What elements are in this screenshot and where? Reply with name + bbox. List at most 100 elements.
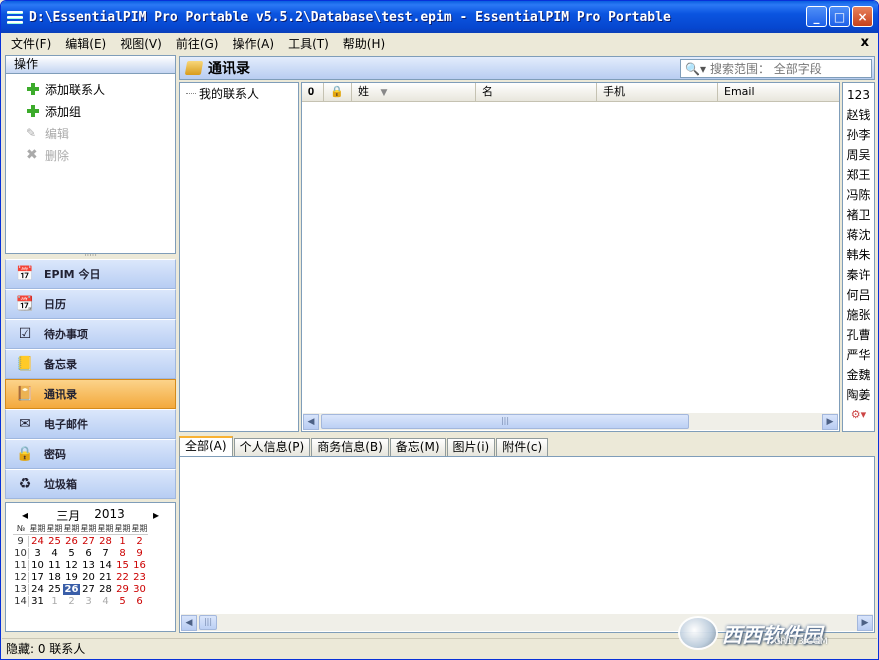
calendar-day[interactable]: 18 — [46, 572, 63, 583]
calendar-day[interactable]: 27 — [80, 536, 97, 547]
calendar-day[interactable]: 20 — [80, 572, 97, 583]
nav-contacts[interactable]: 📔 通讯录 — [5, 379, 176, 409]
nav-trash[interactable]: ♻ 垃圾箱 — [5, 469, 176, 499]
next-month-arrow-icon[interactable]: ▸ — [153, 508, 159, 522]
tab-attachments[interactable]: 附件(c) — [496, 438, 549, 456]
calendar-day[interactable]: 3 — [80, 596, 97, 607]
tab-business[interactable]: 商务信息(B) — [311, 438, 389, 456]
menu-actions[interactable]: 操作(A) — [225, 35, 281, 52]
calendar-day[interactable]: 8 — [114, 548, 131, 559]
calendar-day[interactable]: 2 — [131, 536, 148, 547]
minimize-button[interactable]: _ — [806, 6, 827, 27]
calendar-day[interactable]: 22 — [114, 572, 131, 583]
tab-pictures[interactable]: 图片(i) — [446, 438, 496, 456]
calendar-day[interactable]: 21 — [97, 572, 114, 583]
scroll-right-icon[interactable]: ▶ — [857, 614, 873, 631]
calendar-day[interactable]: 27 — [80, 584, 97, 595]
calendar-day[interactable]: 16 — [131, 560, 148, 571]
menu-edit[interactable]: 编辑(E) — [58, 35, 113, 52]
nav-todo[interactable]: ☑ 待办事项 — [5, 319, 176, 349]
menu-help[interactable]: 帮助(H) — [336, 35, 392, 52]
calendar-day[interactable]: 6 — [131, 596, 148, 607]
alphabet-index-item[interactable]: 何吕 — [843, 285, 874, 305]
calendar-day[interactable]: 17 — [29, 572, 46, 583]
alphabet-index-item[interactable]: 韩朱 — [843, 245, 874, 265]
alphabet-index-item[interactable]: 褚卫 — [843, 205, 874, 225]
calendar-day[interactable]: 12 — [63, 560, 80, 571]
calendar-day[interactable]: 30 — [131, 584, 148, 595]
alphabet-index-item[interactable]: 郑王 — [843, 165, 874, 185]
index-options-icon[interactable]: ⚙▾ — [843, 405, 874, 425]
alphabet-index-item[interactable]: 金魏 — [843, 365, 874, 385]
calendar-day[interactable]: 4 — [97, 596, 114, 607]
calendar-day[interactable]: 3 — [29, 548, 46, 559]
calendar-day[interactable]: 19 — [63, 572, 80, 583]
calendar-day[interactable]: 11 — [46, 560, 63, 571]
nav-notes[interactable]: 📒 备忘录 — [5, 349, 176, 379]
scroll-thumb[interactable]: ||| — [321, 414, 689, 429]
calendar-day[interactable]: 7 — [97, 548, 114, 559]
calendar-day[interactable]: 10 — [29, 560, 46, 571]
column-first-name[interactable]: 名 — [476, 83, 597, 101]
calendar-day[interactable]: 14 — [97, 560, 114, 571]
calendar-day[interactable]: 24 — [29, 536, 46, 547]
alphabet-index-item[interactable]: 孙李 — [843, 125, 874, 145]
calendar-day[interactable]: 25 — [46, 584, 63, 595]
calendar-day[interactable]: 23 — [131, 572, 148, 583]
nav-email[interactable]: ✉ 电子邮件 — [5, 409, 176, 439]
title-bar[interactable]: D:\EssentialPIM Pro Portable v5.5.2\Data… — [1, 1, 878, 33]
alphabet-index-item[interactable]: 孔曹 — [843, 325, 874, 345]
delete-button[interactable]: ✖ 删除 — [26, 144, 175, 166]
calendar-day[interactable]: 28 — [97, 536, 114, 547]
nav-calendar[interactable]: 📆 日历 — [5, 289, 176, 319]
menu-go[interactable]: 前往(G) — [169, 35, 226, 52]
maximize-button[interactable]: □ — [829, 6, 850, 27]
calendar-day[interactable]: 25 — [46, 536, 63, 547]
tab-personal[interactable]: 个人信息(P) — [233, 438, 311, 456]
scroll-right-icon[interactable]: ▶ — [822, 413, 838, 430]
calendar-day[interactable]: 5 — [114, 596, 131, 607]
edit-button[interactable]: ✎ 编辑 — [26, 122, 175, 144]
calendar-day[interactable]: 13 — [80, 560, 97, 571]
calendar-day[interactable]: 29 — [114, 584, 131, 595]
tree-item-my-contacts[interactable]: 我的联系人 — [186, 85, 298, 102]
calendar-day[interactable]: 2 — [63, 596, 80, 607]
column-lock[interactable]: 🔒 — [324, 83, 352, 101]
calendar-day[interactable]: 26 — [63, 584, 80, 595]
prev-month-arrow-icon[interactable]: ◂ — [22, 508, 28, 522]
menu-close-button[interactable]: x — [861, 35, 869, 50]
menu-tools[interactable]: 工具(T) — [281, 35, 336, 52]
nav-passwords[interactable]: 🔒 密码 — [5, 439, 176, 469]
calendar-day[interactable]: 1 — [114, 536, 131, 547]
calendar-day[interactable]: 24 — [29, 584, 46, 595]
alphabet-index-item[interactable]: 周吴 — [843, 145, 874, 165]
column-email[interactable]: Email — [718, 83, 839, 101]
alphabet-index-item[interactable]: 123 — [843, 85, 874, 105]
tab-all[interactable]: 全部(A) — [179, 436, 233, 456]
alphabet-index-item[interactable]: 蒋沈 — [843, 225, 874, 245]
menu-view[interactable]: 视图(V) — [113, 35, 169, 52]
scroll-left-icon[interactable]: ◀ — [181, 614, 197, 631]
nav-today[interactable]: 📅 EPIM 今日 — [5, 259, 176, 289]
add-contact-button[interactable]: 添加联系人 — [26, 78, 175, 100]
alphabet-index-item[interactable]: 严华 — [843, 345, 874, 365]
search-box[interactable]: 🔍▾ 搜索范围： 全部字段 — [680, 59, 872, 78]
calendar-day[interactable]: 4 — [46, 548, 63, 559]
alphabet-index-item[interactable]: 施张 — [843, 305, 874, 325]
calendar-day[interactable]: 9 — [131, 548, 148, 559]
alphabet-index-item[interactable]: 秦许 — [843, 265, 874, 285]
alphabet-index-item[interactable]: 冯陈 — [843, 185, 874, 205]
scroll-thumb[interactable]: ||| — [199, 615, 217, 630]
menu-file[interactable]: 文件(F) — [4, 35, 58, 52]
add-group-button[interactable]: 添加组 — [26, 100, 175, 122]
calendar-day[interactable]: 15 — [114, 560, 131, 571]
column-mobile[interactable]: 手机 — [597, 83, 718, 101]
column-last-name[interactable]: 姓 ▼ — [352, 83, 476, 101]
calendar-day[interactable]: 31 — [29, 596, 46, 607]
scroll-left-icon[interactable]: ◀ — [303, 413, 319, 430]
calendar-day[interactable]: 26 — [63, 536, 80, 547]
calendar-day[interactable]: 5 — [63, 548, 80, 559]
column-attachment[interactable]: 𝟎 — [302, 83, 324, 101]
alphabet-index-item[interactable]: 陶姜 — [843, 385, 874, 405]
alphabet-index-item[interactable]: 赵钱 — [843, 105, 874, 125]
